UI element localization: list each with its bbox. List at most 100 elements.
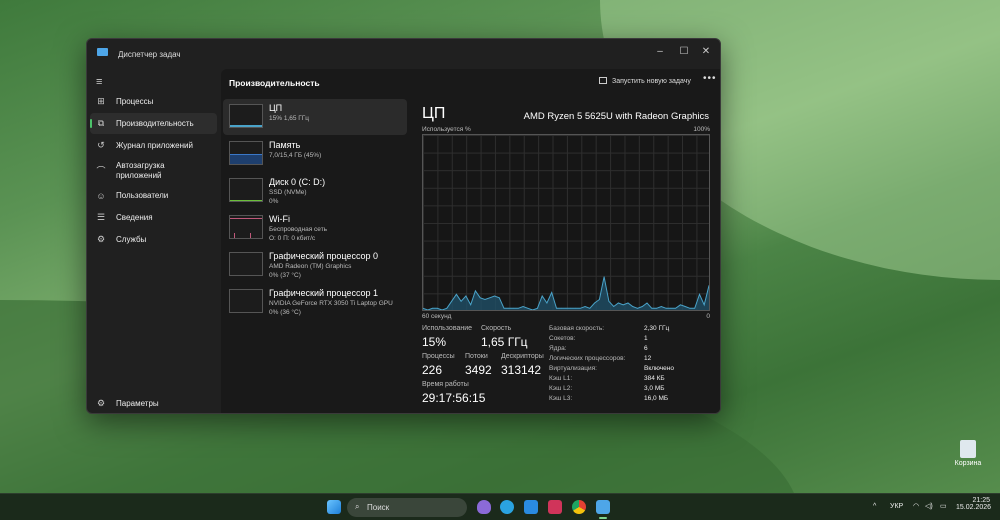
active-indicator: [599, 517, 607, 519]
resource-name: Графический процессор 1: [269, 288, 379, 298]
resource-item[interactable]: Диск 0 (C: D:) SSD (NVMe) 0%: [223, 173, 407, 209]
more-options-button[interactable]: •••: [703, 73, 717, 84]
cpu-usage-point: [455, 293, 457, 295]
resource-item[interactable]: Память 7,0/15,4 ГБ (45%): [223, 136, 407, 172]
resource-detail-line: 0% (36 °C): [269, 308, 301, 316]
sidebar-item-label: Журнал приложений: [116, 140, 193, 150]
performance-panel: Производительность Запустить новую задач…: [221, 69, 720, 413]
resource-item[interactable]: Wi-Fi Беспроводная сеть О: 0 П: 0 кбит/с: [223, 210, 407, 246]
spec-label: Базовая скорость:: [549, 325, 605, 332]
minimize-button[interactable]: –: [647, 43, 673, 61]
language-indicator[interactable]: УКР: [890, 503, 903, 510]
sidebar-item-settings[interactable]: ⚙ Параметры: [90, 393, 217, 413]
cpu-usage-point: [446, 307, 448, 309]
resource-item[interactable]: ЦП 15% 1,65 ГГц: [223, 99, 407, 135]
sidebar-item-details[interactable]: ☰ Сведения: [90, 207, 217, 228]
cpu-usage-point: [479, 297, 481, 299]
task-manager-taskbar-icon[interactable]: [596, 500, 610, 514]
resource-subtitle: 7,0/15,4 ГБ (45%): [269, 152, 321, 161]
spec-value: 384 КБ: [644, 375, 665, 382]
resource-subtitle: 15% 1,65 ГГц: [269, 115, 309, 124]
search-box[interactable]: ⌕ Поиск: [347, 498, 467, 517]
cpu-usage-point: [508, 307, 510, 309]
spec-label: Ядра:: [549, 345, 567, 352]
cpu-usage-point: [689, 307, 691, 309]
cpu-usage-point: [498, 297, 500, 299]
users-icon: ☺: [96, 190, 106, 201]
cpu-usage-point: [675, 307, 677, 309]
sidebar-item-history[interactable]: ↺ Журнал приложений: [90, 135, 217, 156]
jetbrains-icon[interactable]: [548, 500, 562, 514]
spec-value: 2,30 ГГц: [644, 325, 670, 332]
title-bar: Диспетчер задач – ☐ ✕: [87, 39, 720, 69]
y-axis-label: Используется %: [422, 126, 471, 133]
detail-title: ЦП: [422, 105, 446, 122]
resource-subtitle: NVIDIA GeForce RTX 3050 Ti Laptop GPU 0% …: [269, 300, 393, 317]
resource-subtitle: SSD (NVMe) 0%: [269, 189, 307, 206]
cpu-usage-point: [460, 300, 462, 302]
sidebar-item-processes[interactable]: ⊞ Процессы: [90, 91, 217, 112]
spec-label: Кэш L2:: [549, 385, 573, 392]
cpu-usage-point: [660, 306, 662, 307]
tray-overflow-button[interactable]: ^: [873, 503, 876, 510]
cpu-usage-point: [484, 299, 486, 300]
taskbar: ⌕ Поиск ^ УКР ◠ ◁) ▭ 21:25 15.02.2026: [0, 493, 1000, 520]
y-axis-max: 100%: [693, 126, 710, 133]
resource-subtitle: Беспроводная сеть О: 0 П: 0 кбит/с: [269, 226, 327, 243]
recycle-bin-desktop-icon[interactable]: Корзина: [953, 440, 983, 467]
cpu-usage-point: [656, 307, 657, 309]
hamburger-menu-icon[interactable]: ≡: [96, 76, 102, 88]
disk-thumbnail-graph: [229, 178, 263, 202]
spec-value: 12: [644, 355, 652, 362]
recycle-bin-icon: [960, 440, 976, 458]
clock[interactable]: 21:25 15.02.2026: [956, 497, 991, 511]
resource-name: Диск 0 (C: D:): [269, 177, 326, 187]
cpu-usage-point: [694, 307, 696, 309]
x-axis-label: 60 секунд: [422, 313, 452, 320]
sidebar-item-performance[interactable]: ⧉ Производительность: [90, 113, 217, 134]
close-button[interactable]: ✕: [693, 43, 719, 61]
cpu-usage-point: [703, 304, 705, 306]
cpu-usage-point: [589, 307, 591, 309]
resource-detail-line: 0% (37 °C): [269, 271, 301, 279]
sidebar-item-label: Автозагрузка приложений: [116, 160, 165, 180]
volume-icon[interactable]: ◁): [925, 502, 933, 510]
wifi-icon[interactable]: ◠: [913, 502, 919, 510]
sidebar-item-users[interactable]: ☺ Пользователи: [90, 185, 217, 206]
chrome-icon[interactable]: [572, 500, 586, 514]
spec-label: Кэш L1:: [549, 375, 573, 382]
uptime-value: 29:17:56:15: [422, 391, 486, 405]
cpu-usage-graph: [422, 134, 710, 311]
cpu-usage-chart: [423, 276, 709, 310]
cpu-usage-point: [613, 306, 615, 307]
cpu-thumbnail-graph: [229, 104, 263, 128]
app-icon-purple[interactable]: [477, 500, 491, 514]
run-new-task-button[interactable]: Запустить новую задачу: [599, 77, 691, 85]
sidebar-item-services[interactable]: ⚙ Службы: [90, 229, 217, 250]
cpu-usage-point: [556, 307, 557, 309]
cpu-usage-point: [627, 302, 629, 304]
cpu-usage-point: [603, 276, 605, 278]
sidebar-item-startup[interactable]: ⌒ Автозагрузка приложений: [90, 157, 217, 184]
cpu-usage-point: [503, 307, 505, 309]
resource-item[interactable]: Графический процессор 1 NVIDIA GeForce R…: [223, 284, 407, 320]
cpu-usage-point: [565, 307, 567, 309]
resource-item[interactable]: Графический процессор 0 AMD Radeon (TM) …: [223, 247, 407, 283]
cpu-usage-point: [451, 300, 452, 302]
resource-name: Графический процессор 0: [269, 251, 379, 261]
cpu-usage-point: [489, 297, 491, 299]
vscode-icon[interactable]: [524, 500, 538, 514]
cpu-usage-point: [494, 295, 495, 297]
cpu-usage-point: [665, 307, 667, 309]
resource-detail-line: Беспроводная сеть: [269, 226, 328, 233]
telegram-icon[interactable]: [500, 500, 514, 514]
battery-icon[interactable]: ▭: [940, 502, 947, 510]
spec-label: Виртуализация:: [549, 365, 597, 372]
start-button-windows-icon[interactable]: [327, 500, 341, 514]
cpu-usage-point: [598, 299, 600, 300]
task-manager-window: Диспетчер задач – ☐ ✕ ≡ ⊞ Процессы ⧉ Произв…: [86, 38, 721, 414]
resource-detail-line: AMD Radeon (TM) Graphics: [269, 263, 352, 270]
settings-icon: ⚙: [96, 398, 106, 408]
cpu-usage-point: [551, 292, 553, 293]
cpu-usage-area: [423, 276, 709, 310]
